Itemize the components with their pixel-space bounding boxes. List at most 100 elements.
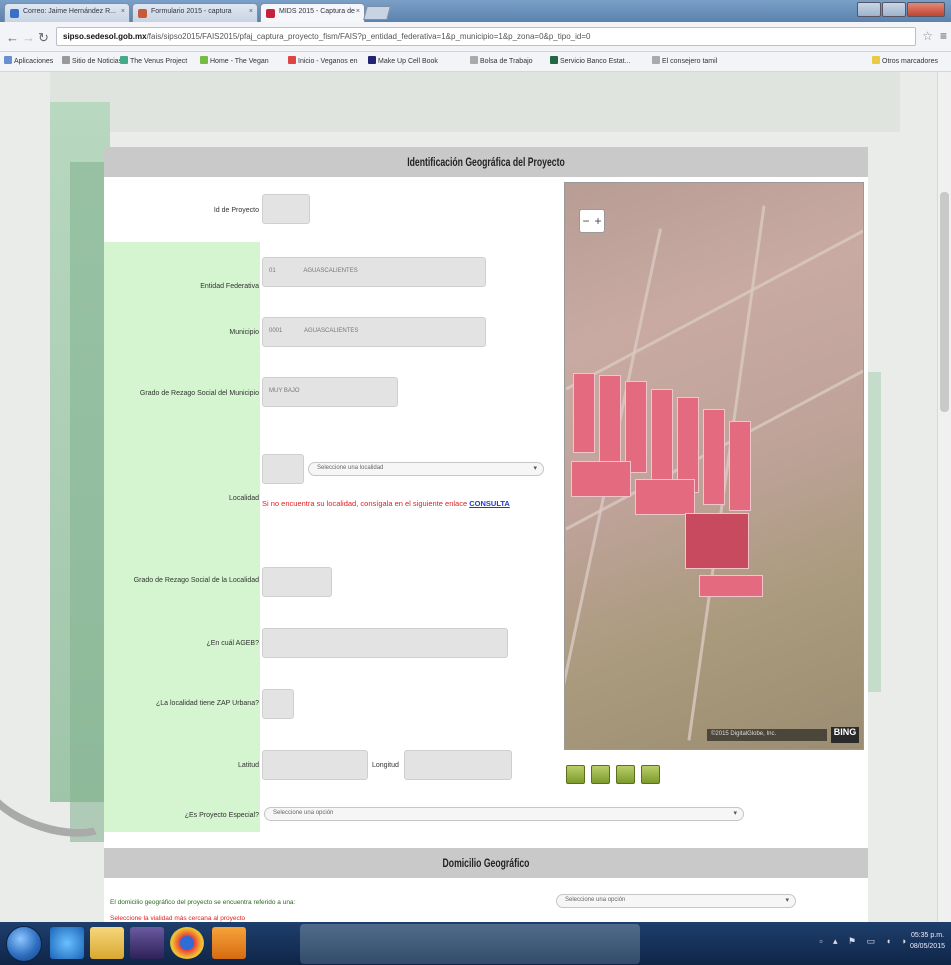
municipio-name: AGUASCALIENTES [304, 328, 359, 334]
folio-field[interactable] [262, 194, 310, 224]
scrollbar-thumb[interactable] [940, 192, 949, 412]
url-input[interactable]: sipso.sedesol.gob.mx/fais/sipso2015/FAIS… [56, 27, 916, 46]
start-button[interactable] [6, 926, 42, 962]
office-app-icon[interactable] [212, 927, 246, 959]
localidad-select[interactable]: Seleccione una localidad ▾ [308, 462, 544, 476]
close-tab-icon[interactable]: × [356, 8, 360, 15]
tab-3-active[interactable]: MIDS 2015 - Captura de × [260, 3, 365, 22]
tab-2[interactable]: Formulario 2015 - captura × [132, 3, 258, 22]
grado-mun-field[interactable]: MUY BAJO [262, 377, 398, 407]
localidad-code-field[interactable] [262, 454, 304, 484]
grado-loc-label: Grado de Rezago Social de la Localidad [133, 577, 259, 584]
zap-field[interactable] [262, 689, 294, 719]
zoom-out-button[interactable]: − [582, 214, 589, 228]
especial-select-value: Seleccione una opción [273, 810, 334, 816]
forward-arrow-icon[interactable]: → [22, 30, 35, 45]
media-player-icon[interactable] [130, 927, 164, 959]
map-attribution: ©2015 DigitalGlobe, Inc. [707, 729, 827, 741]
tab-strip: Correo: Jaime Hernández R... × Formulari… [0, 0, 951, 22]
ageb-label: ¿En cuál AGEB? [206, 640, 259, 647]
bookmark-item[interactable]: Make Up Cell Book [368, 56, 438, 65]
system-tray-icons[interactable]: ▫ ▴ ⚑ ▭ ◖ ◗ [819, 936, 911, 947]
map-tool-line-icon[interactable] [616, 765, 635, 784]
file-explorer-icon[interactable] [90, 927, 124, 959]
bookmark-item[interactable]: Bolsa de Trabajo [470, 56, 533, 65]
domicilio-select[interactable]: Seleccione una opción ▾ [556, 894, 796, 908]
reload-icon[interactable]: ↻ [38, 30, 49, 46]
page-scrollbar[interactable] [937, 72, 951, 922]
parcel-block [599, 375, 621, 463]
clock-date: 08/05/2015 [909, 943, 945, 950]
map-zoom-control[interactable]: − + [579, 209, 605, 233]
map-tool-polygon-icon[interactable] [641, 765, 660, 784]
bookmark-item[interactable]: El consejero tamil [652, 56, 717, 65]
tab-title: Formulario 2015 - captura [151, 8, 232, 15]
map-provider-logo: BING [831, 727, 859, 743]
domicilio-select-value: Seleccione una opción [565, 897, 626, 903]
parcel-block [703, 409, 725, 505]
doc-favicon-icon [138, 9, 147, 18]
background-image [50, 72, 900, 132]
windows-taskbar: ▫ ▴ ⚑ ▭ ◖ ◗ 05:35 p.m. 08/05/2015 [0, 922, 951, 965]
map-road [687, 205, 766, 741]
bookmarks-bar: Aplicaciones Sitio de Noticias The Venus… [0, 52, 951, 72]
warning-text: Si no encuentra su localidad, consígala … [262, 499, 468, 508]
bookmark-item[interactable]: Sitio de Noticias [62, 56, 122, 65]
grado-loc-field[interactable] [262, 567, 332, 597]
parcel-block [573, 373, 595, 453]
other-bookmarks[interactable]: Otros marcadores [872, 56, 938, 65]
new-tab-button[interactable] [363, 6, 391, 20]
bookmark-item[interactable]: Aplicaciones [4, 56, 53, 65]
municipio-label: Municipio [229, 329, 259, 336]
tab-1[interactable]: Correo: Jaime Hernández R... × [4, 3, 130, 22]
map-tool-point-icon[interactable] [591, 765, 610, 784]
close-tab-icon[interactable]: × [249, 8, 253, 15]
localidad-select-value: Seleccione una localidad [317, 465, 384, 471]
bookmark-star-icon[interactable]: ☆ [922, 29, 933, 43]
close-window-button[interactable] [907, 2, 945, 17]
section-header: Identificación Geográfica del Proyecto [104, 147, 868, 177]
page-icon [550, 56, 558, 64]
minimize-button[interactable] [857, 2, 881, 17]
municipio-code: 0001 [269, 328, 283, 334]
bookmark-item[interactable]: The Venus Project [120, 56, 187, 65]
municipio-field[interactable]: 0001 AGUASCALIENTES [262, 317, 486, 347]
taskbar-clock[interactable]: 05:35 p.m. 08/05/2015 [910, 930, 945, 952]
grado-mun-label: Grado de Rezago Social del Municipio [139, 390, 259, 397]
tab-title: MIDS 2015 - Captura de [279, 8, 355, 15]
map-road [565, 218, 863, 391]
url-path: /fais/sipso2015/FAIS2015/pfaj_captura_pr… [146, 32, 591, 41]
parcel-block [685, 513, 749, 569]
entidad-field[interactable]: 01 AGUASCALIENTES [262, 257, 486, 287]
satellite-map[interactable]: − + ©2015 DigitalGlobe, Inc. BING [564, 182, 864, 750]
menu-icon[interactable]: ≡ [940, 29, 947, 43]
especial-label: ¿Es Proyecto Especial? [184, 812, 259, 819]
zoom-in-button[interactable]: + [594, 214, 601, 228]
bookmark-item[interactable]: Servicio Banco Estat... [550, 56, 630, 65]
longitud-label: Longitud [372, 762, 399, 769]
parcel-block [625, 381, 647, 473]
back-arrow-icon[interactable]: ← [6, 30, 19, 45]
page-icon [200, 56, 208, 64]
map-tool-pan-icon[interactable] [566, 765, 585, 784]
consulta-link[interactable]: CONSULTA [469, 499, 510, 508]
folder-icon [872, 56, 880, 64]
bookmark-item[interactable]: Inicio - Veganos en [288, 56, 358, 65]
mail-favicon-icon [10, 9, 19, 18]
clock-time: 05:35 p.m. [910, 932, 945, 939]
internet-explorer-icon[interactable] [50, 927, 84, 959]
apps-icon [4, 56, 12, 64]
chrome-icon[interactable] [170, 927, 204, 959]
page-icon [368, 56, 376, 64]
longitud-field[interactable] [404, 750, 512, 780]
maximize-button[interactable] [882, 2, 906, 17]
taskbar-window-preview[interactable] [300, 924, 640, 964]
especial-select[interactable]: Seleccione una opción ▾ [264, 807, 744, 821]
bookmark-item[interactable]: Home - The Vegan [200, 56, 269, 65]
page-icon [652, 56, 660, 64]
window-controls [857, 2, 945, 17]
ageb-field[interactable] [262, 628, 508, 658]
parcel-block [651, 389, 673, 485]
close-tab-icon[interactable]: × [121, 8, 125, 15]
latitud-field[interactable] [262, 750, 368, 780]
